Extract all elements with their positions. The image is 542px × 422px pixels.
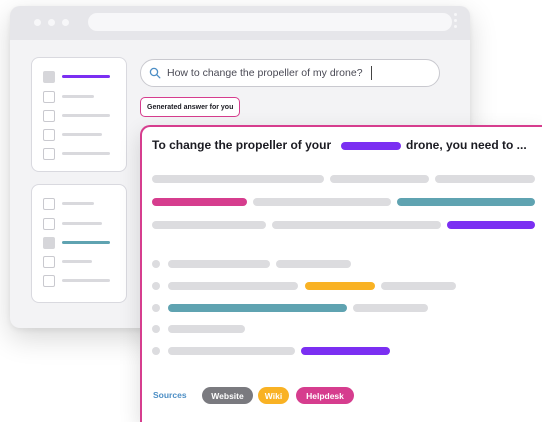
- bullet-icon: [152, 304, 160, 312]
- text-placeholder: [330, 175, 429, 183]
- search-icon: [149, 67, 161, 79]
- text-placeholder: [272, 221, 441, 229]
- text-placeholder: [276, 260, 351, 268]
- redacted-brand: [341, 142, 401, 150]
- bullet-icon: [152, 325, 160, 333]
- highlight-placeholder: [301, 347, 390, 355]
- address-bar[interactable]: [88, 13, 452, 31]
- filter-label-active: [62, 241, 110, 244]
- answer-card: [140, 125, 542, 422]
- filter-checkbox[interactable]: [43, 237, 55, 249]
- answer-title-start: To change the propeller of your: [152, 138, 332, 152]
- filter-checkbox[interactable]: [43, 71, 55, 83]
- source-tag-wiki[interactable]: Wiki: [258, 387, 289, 404]
- bullet-icon: [152, 282, 160, 290]
- bullet-icon: [152, 260, 160, 268]
- filter-label: [62, 279, 110, 282]
- search-query: How to change the propeller of my drone?: [167, 67, 363, 79]
- highlight-placeholder: [305, 282, 375, 290]
- filter-label: [62, 133, 102, 136]
- search-input[interactable]: How to change the propeller of my drone?: [140, 59, 440, 87]
- filter-label: [62, 202, 94, 205]
- filter-label: [62, 152, 110, 155]
- text-cursor-icon: [371, 66, 372, 80]
- text-placeholder: [381, 282, 456, 290]
- answer-title-end: drone, you need to ...: [406, 138, 527, 152]
- highlight-placeholder: [397, 198, 535, 206]
- source-tag-website[interactable]: Website: [202, 387, 253, 404]
- filter-checkbox[interactable]: [43, 256, 55, 268]
- text-placeholder: [152, 221, 266, 229]
- text-placeholder: [168, 347, 295, 355]
- window-dot-icon: [62, 19, 69, 26]
- filter-label: [62, 95, 94, 98]
- text-placeholder: [152, 175, 324, 183]
- source-tag-helpdesk[interactable]: Helpdesk: [296, 387, 354, 404]
- window-dot-icon: [48, 19, 55, 26]
- text-placeholder: [168, 325, 245, 333]
- text-placeholder: [253, 198, 391, 206]
- bullet-icon: [152, 347, 160, 355]
- text-placeholder: [353, 304, 428, 312]
- highlight-placeholder: [152, 198, 247, 206]
- text-placeholder: [435, 175, 535, 183]
- filter-label: [62, 260, 92, 263]
- highlight-placeholder: [168, 304, 347, 312]
- sources-label: Sources: [153, 390, 187, 400]
- filter-checkbox[interactable]: [43, 91, 55, 103]
- filter-label: [62, 114, 110, 117]
- window-dot-icon: [34, 19, 41, 26]
- filter-checkbox[interactable]: [43, 110, 55, 122]
- filter-label-active: [62, 75, 110, 78]
- filter-checkbox[interactable]: [43, 148, 55, 160]
- text-placeholder: [168, 282, 298, 290]
- filter-checkbox[interactable]: [43, 198, 55, 210]
- filter-checkbox[interactable]: [43, 275, 55, 287]
- kebab-menu-icon[interactable]: [454, 13, 458, 31]
- filter-checkbox[interactable]: [43, 218, 55, 230]
- filter-checkbox[interactable]: [43, 129, 55, 141]
- generated-answer-badge: Generated answer for you: [140, 97, 241, 117]
- text-placeholder: [168, 260, 270, 268]
- filter-label: [62, 222, 102, 225]
- highlight-placeholder: [447, 221, 535, 229]
